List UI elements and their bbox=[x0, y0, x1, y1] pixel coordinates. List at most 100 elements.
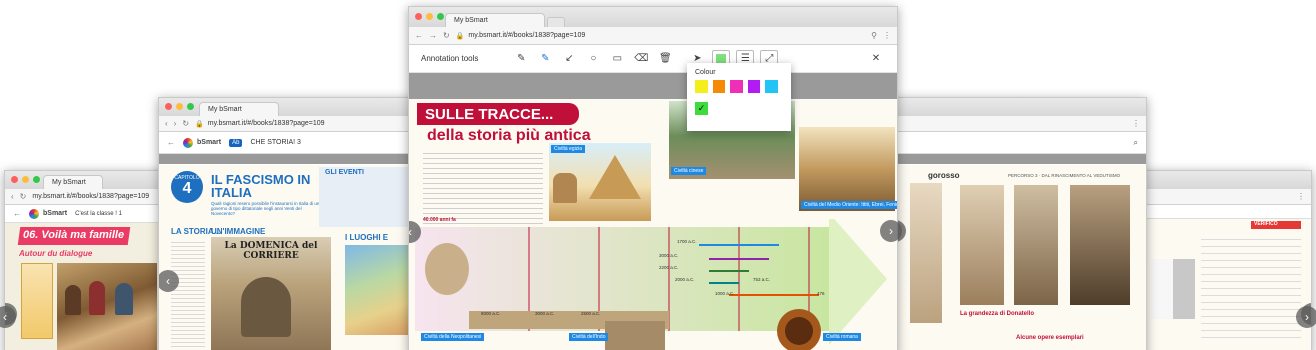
close-window-button[interactable] bbox=[165, 103, 172, 110]
section-heading: Alcune opere esemplari bbox=[1016, 335, 1084, 341]
url-field[interactable]: 🔒 my.bsmart.it/#/books/1838?page=109 bbox=[456, 32, 865, 40]
colour-swatch-green[interactable]: ✓ bbox=[695, 102, 708, 115]
right-browser-window: ⋮ VERIFICO › bbox=[1140, 170, 1312, 350]
left-browser-window: My bSmart ‹ ↻ my.bsmart.it/#/books/1838?… bbox=[4, 170, 174, 350]
caption-label: Civiltà dell'Indo bbox=[569, 333, 609, 341]
minimize-window-button[interactable] bbox=[426, 13, 433, 20]
address-bar: ← → ↻ 🔒 my.bsmart.it/#/books/1838?page=10… bbox=[409, 27, 897, 45]
reload-icon[interactable]: ↻ bbox=[443, 31, 450, 40]
trash-icon[interactable]: 🗑 bbox=[656, 50, 674, 68]
address-bar: ‹ › ↻ 🔒 my.bsmart.it/#/books/1838?page=10… bbox=[159, 116, 417, 132]
search-icon[interactable]: ⌕ bbox=[1134, 138, 1138, 148]
book-page: 06. Voilà ma famille Autour du dialogue bbox=[5, 223, 173, 350]
colour-label: Colour bbox=[695, 69, 716, 76]
page-margin bbox=[896, 154, 1146, 164]
middle-right-browser-window: ⋮ ⌕ gorosso PERCORSO 3 · DAL RINASCIMENT… bbox=[895, 97, 1147, 350]
forward-arrow-icon[interactable]: › bbox=[174, 119, 177, 128]
circle-icon[interactable]: ○ bbox=[584, 50, 602, 68]
timeline-date: 1700 a.C. bbox=[677, 239, 697, 244]
pencil-icon[interactable]: ✎ bbox=[512, 50, 530, 68]
bsmart-logo[interactable]: bSmart bbox=[183, 137, 222, 148]
forward-arrow-icon[interactable]: → bbox=[429, 31, 437, 40]
menu-icon[interactable]: ⋮ bbox=[1132, 119, 1140, 128]
front-browser-window: My bSmart ← → ↻ 🔒 my.bsmart.it/#/books/18… bbox=[408, 6, 898, 350]
timeline-start-label: 40.000 anni fa bbox=[423, 217, 456, 223]
menu-icon[interactable]: ⋮ bbox=[1297, 192, 1305, 201]
indo-artifact-image bbox=[605, 321, 665, 350]
close-icon[interactable]: ✕ bbox=[867, 50, 885, 68]
close-window-button[interactable] bbox=[11, 176, 18, 183]
browser-tab[interactable]: My bSmart bbox=[199, 102, 279, 116]
book-title: CHE STORIA! 3 bbox=[250, 139, 301, 146]
back-arrow-icon[interactable]: ← bbox=[415, 31, 423, 40]
colour-swatch-pink[interactable] bbox=[730, 80, 743, 93]
colour-swatch-orange[interactable] bbox=[712, 80, 726, 93]
tab-bar: My bSmart bbox=[5, 171, 173, 189]
rectangle-icon[interactable]: ▭ bbox=[608, 50, 626, 68]
section-heading: La grandezza di Donatello bbox=[960, 311, 1035, 317]
app-name: bSmart bbox=[43, 210, 68, 217]
book-page: VERIFICO bbox=[1141, 219, 1311, 350]
book-page: gorosso PERCORSO 3 · DAL RINASCIMENTO AL… bbox=[896, 165, 1146, 350]
browser-tab[interactable]: My bSmart bbox=[445, 13, 545, 27]
caption-label: Civiltà cinese bbox=[671, 167, 707, 175]
tab-bar: My bSmart bbox=[159, 98, 417, 116]
story-text-column bbox=[171, 239, 205, 349]
close-window-button[interactable] bbox=[415, 13, 422, 20]
colour-swatch-yellow[interactable] bbox=[695, 80, 708, 93]
maximize-window-button[interactable] bbox=[33, 176, 40, 183]
book-spread: SULLE TRACCE... della storia più antica … bbox=[409, 99, 897, 350]
back-arrow-icon[interactable]: ‹ bbox=[165, 119, 168, 128]
reload-icon[interactable]: ↻ bbox=[20, 192, 27, 201]
next-page-button[interactable]: › bbox=[880, 220, 902, 242]
url-text: my.bsmart.it/#/books/1838?page=109 bbox=[468, 32, 586, 39]
exercise-lines bbox=[1201, 233, 1301, 343]
pin-icon[interactable]: ⚲ bbox=[871, 31, 877, 40]
timeline-date: 2000 a.C. bbox=[675, 277, 695, 282]
back-icon[interactable]: ← bbox=[167, 138, 175, 147]
chapter-intro: Quali ragioni resero possibile l'instaur… bbox=[211, 201, 320, 216]
app-bar: ← bSmart Ab CHE STORIA! 3 bbox=[159, 132, 417, 154]
maximize-window-button[interactable] bbox=[437, 13, 444, 20]
chapter-badge: CAPITOLO 4 bbox=[171, 171, 203, 203]
highlighter-icon[interactable]: ✎ bbox=[536, 50, 554, 68]
bsmart-logo[interactable]: bSmart bbox=[29, 208, 68, 219]
tab-bar bbox=[896, 98, 1146, 116]
reload-icon[interactable]: ↻ bbox=[182, 119, 189, 128]
previous-page-button[interactable]: ‹ bbox=[159, 270, 179, 292]
timeline-date: 1000 a.C. bbox=[715, 291, 735, 296]
app-name: bSmart bbox=[197, 139, 222, 146]
back-icon[interactable]: ← bbox=[13, 209, 21, 218]
eraser-icon[interactable]: ⌫ bbox=[632, 50, 650, 68]
chapter-number: 4 bbox=[182, 180, 192, 197]
caption-text bbox=[671, 179, 731, 219]
menu-icon[interactable]: ⋮ bbox=[883, 31, 891, 40]
minimize-window-button[interactable] bbox=[176, 103, 183, 110]
events-panel: GLI EVENTI bbox=[319, 167, 417, 227]
colour-swatch-purple[interactable] bbox=[747, 80, 761, 93]
book-badge: Ab bbox=[229, 138, 243, 147]
maximize-window-button[interactable] bbox=[187, 103, 194, 110]
newspaper-title: La DOMENICA del CORRIERE bbox=[224, 241, 318, 261]
colour-swatch-cyan[interactable] bbox=[765, 80, 778, 93]
middle-browser-window: My bSmart ‹ › ↻ 🔒 my.bsmart.it/#/books/18… bbox=[158, 97, 418, 350]
url-field[interactable]: 🔒 my.bsmart.it/#/books/1838?page=109 bbox=[195, 120, 411, 128]
minimize-window-button[interactable] bbox=[22, 176, 29, 183]
caption-label: Civiltà della Neopolitanesi bbox=[421, 333, 485, 341]
timeline-date: 8000 a.C. bbox=[481, 311, 501, 316]
illustration-figure bbox=[241, 277, 291, 337]
url-text: my.bsmart.it/#/books/1838?page=109 bbox=[32, 193, 150, 200]
new-tab-button[interactable] bbox=[547, 17, 565, 27]
arrow-line-icon[interactable]: ↙ bbox=[560, 50, 578, 68]
page-margin bbox=[159, 154, 417, 164]
next-page-button[interactable]: › bbox=[1296, 306, 1316, 328]
url-field[interactable]: my.bsmart.it/#/books/1838?page=109 bbox=[32, 193, 167, 200]
back-arrow-icon[interactable]: ‹ bbox=[11, 192, 14, 201]
events-label: GLI EVENTI bbox=[325, 169, 364, 176]
statue-image bbox=[1070, 185, 1130, 305]
text-column bbox=[21, 263, 53, 339]
newspaper-image: La DOMENICA del CORRIERE bbox=[211, 237, 331, 350]
section-image: UN'IMMAGINE bbox=[211, 227, 266, 236]
browser-tab[interactable]: My bSmart bbox=[43, 175, 103, 189]
tab-bar: My bSmart bbox=[409, 7, 897, 27]
